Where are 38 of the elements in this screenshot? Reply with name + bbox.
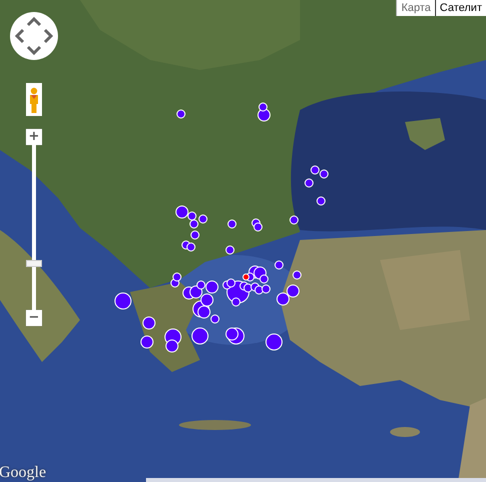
island-area (179, 420, 251, 430)
earthquake-marker[interactable] (176, 110, 186, 118)
zoom-out-button[interactable]: − (26, 310, 42, 326)
map-type-button[interactable]: Карта (396, 0, 435, 16)
earthquake-marker[interactable] (226, 246, 234, 254)
person-icon (28, 86, 40, 112)
earthquake-marker[interactable] (260, 274, 268, 284)
earthquake-marker[interactable] (266, 334, 282, 350)
earthquake-marker[interactable] (304, 178, 314, 188)
map-type-button[interactable]: Сателит (434, 0, 486, 16)
earthquake-marker[interactable] (172, 272, 182, 282)
earthquake-marker[interactable] (310, 166, 320, 174)
earthquake-marker[interactable] (262, 284, 270, 294)
zoom-in-button[interactable]: + (26, 129, 42, 145)
earthquake-marker[interactable] (190, 230, 200, 240)
earthquake-marker[interactable] (274, 260, 284, 270)
earthquake-marker[interactable] (290, 216, 298, 224)
earthquake-marker[interactable] (198, 214, 208, 224)
earthquake-marker[interactable] (254, 222, 262, 232)
earthquake-marker[interactable] (258, 102, 268, 112)
earthquake-marker[interactable] (228, 220, 236, 228)
earthquake-marker[interactable] (190, 220, 198, 228)
peninsula-area (405, 118, 445, 150)
pegman-button[interactable] (26, 83, 42, 116)
google-logo: Google (0, 464, 46, 482)
earthquake-marker[interactable] (316, 196, 326, 206)
earthquake-marker[interactable] (292, 270, 302, 280)
earthquake-marker[interactable] (320, 170, 328, 178)
earthquake-marker[interactable] (210, 314, 220, 324)
earthquake-marker[interactable] (226, 278, 236, 288)
earthquake-marker[interactable] (188, 212, 196, 220)
earthquake-marker[interactable] (114, 292, 132, 310)
island-area (390, 427, 420, 437)
earthquake-marker[interactable] (232, 298, 240, 306)
earthquake-marker[interactable] (242, 274, 250, 280)
earthquake-marker[interactable] (196, 280, 206, 290)
earthquake-marker[interactable] (192, 328, 208, 344)
earthquake-marker[interactable] (186, 242, 196, 252)
